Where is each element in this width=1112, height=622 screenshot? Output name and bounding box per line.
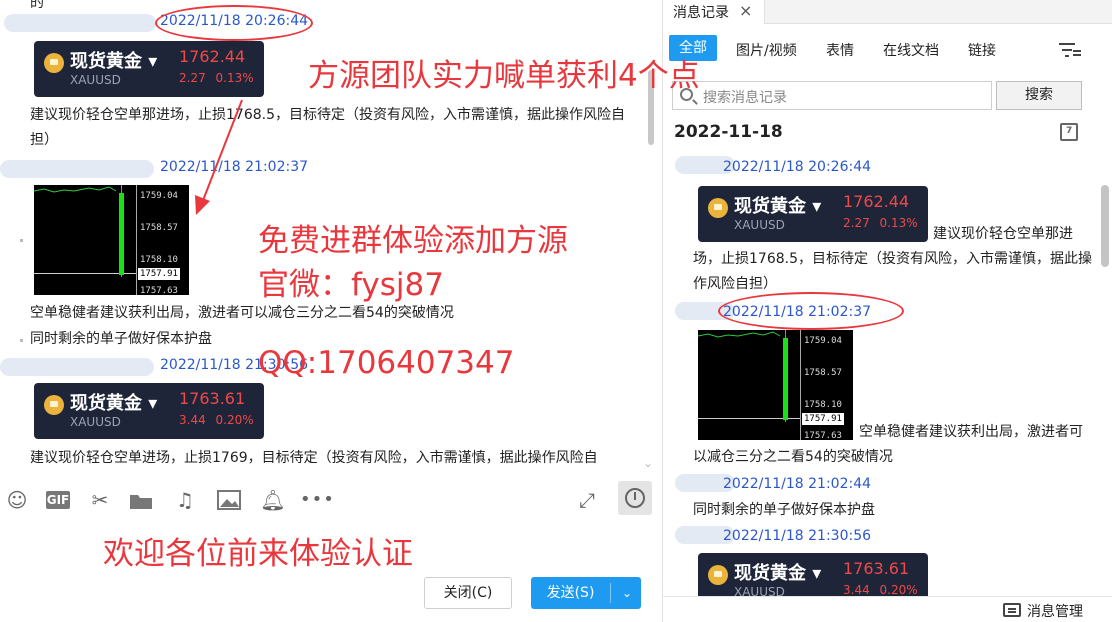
quote-code: XAUUSD: [734, 585, 785, 596]
tab-message-history[interactable]: 消息记录 ×: [663, 0, 765, 24]
red-arrow: [195, 99, 243, 215]
search-button[interactable]: 搜索: [996, 81, 1082, 110]
history-text: 建议现价轻仓空单那进场，止损1768.5，目标待定（投资有风险，入市需谨慎，据此…: [693, 226, 1092, 292]
history-tabbar: 消息记录 ×: [663, 0, 1112, 24]
gif-icon[interactable]: GIF: [46, 491, 70, 509]
truncated-text: 的: [30, 0, 44, 11]
history-text: 同时剩余的单子做好保本护盘: [693, 502, 875, 518]
history-timestamp: 2022/11/18 20:26:44: [723, 159, 872, 175]
filter-media[interactable]: 图片/视频: [736, 40, 797, 60]
chart-last-price: 1757.91: [138, 268, 180, 280]
gold-quote-card[interactable]: 现货黄金 ▾ XAUUSD 1763.61 3.44 0.20%: [34, 383, 264, 439]
send-divider: [610, 583, 611, 603]
history-search-input[interactable]: 搜索消息记录: [672, 81, 992, 110]
separator-dot: [20, 339, 23, 342]
filter-icon[interactable]: [1059, 41, 1081, 59]
tab-title: 消息记录: [673, 5, 729, 21]
folder-icon[interactable]: [128, 491, 154, 515]
send-button[interactable]: 发送(S) ⌄: [531, 577, 641, 609]
input-toolbar: ☺ GIF ✂ ♫ 🔔︎ ••• ⤢: [0, 476, 661, 522]
gold-quote-card[interactable]: 现货黄金 ▾ XAUUSD 1762.44 2.27 0.13%: [34, 41, 264, 97]
history-timestamp: 2022/11/18 21:30:56: [723, 528, 872, 544]
history-footer: 消息管理: [663, 596, 1112, 622]
promo-welcome: 欢迎各位前来体验认证: [103, 536, 413, 572]
filter-links[interactable]: 链接: [968, 40, 996, 60]
message-manage-icon[interactable]: [1003, 603, 1021, 617]
message-text: 空单稳健者建议获利出局，激进者可以减仓三分之二看54的突破情况: [30, 305, 454, 321]
price-chart-image[interactable]: 1759.04 1758.57 1758.10 1757.91 1757.63: [34, 185, 189, 296]
chart-tick: 1758.57: [140, 223, 178, 233]
quote-change: 3.44 0.20%: [843, 583, 918, 596]
quote-change: 2.27 0.13%: [179, 71, 254, 85]
sender-name-blurred: [4, 14, 156, 32]
chart-tick: 1759.04: [804, 336, 842, 346]
search-placeholder: 搜索消息记录: [703, 90, 787, 106]
quote-price: 1763.61: [179, 389, 246, 408]
quote-price: 1762.44: [843, 192, 910, 211]
send-label[interactable]: 发送(S): [531, 577, 610, 609]
candle: [783, 338, 788, 420]
expand-icon[interactable]: ⤢: [574, 488, 600, 512]
quote-change: 3.44 0.20%: [179, 413, 254, 427]
candle: [119, 193, 124, 275]
scroll-down-icon[interactable]: ⌄: [643, 456, 653, 470]
quote-price: 1763.61: [843, 559, 910, 578]
message-text: 建议现价轻仓空单进场，止损1769，目标待定（投资有风险，入市需谨慎，据此操作风…: [30, 450, 598, 466]
filter-docs[interactable]: 在线文档: [883, 40, 939, 60]
chart-tick: 1758.10: [140, 255, 178, 265]
chart-tick: 1759.04: [140, 191, 178, 201]
image-icon[interactable]: [216, 490, 242, 514]
promo-qq: QQ:1706407347: [258, 345, 515, 381]
promo-wechat: 官微：fysj87: [258, 267, 444, 303]
quote-code: XAUUSD: [70, 415, 121, 429]
promo-free-join: 免费进群体验添加方源: [258, 223, 568, 259]
bell-icon[interactable]: 🔔︎: [260, 488, 286, 512]
sender-name-blurred: [0, 160, 154, 178]
close-icon[interactable]: ×: [739, 1, 752, 20]
quote-name: 现货黄金 ▾: [734, 196, 822, 217]
separator-dot: [20, 239, 23, 242]
chart-tick: 1758.57: [804, 368, 842, 378]
gold-coin-icon: [44, 53, 64, 73]
message-text: 建议现价轻仓空单那进场，止损1768.5，目标待定（投资有风险，入市需谨慎，据此…: [30, 107, 625, 148]
highlight-ellipse: [718, 292, 904, 330]
scissors-icon[interactable]: ✂: [87, 488, 113, 512]
quote-name: 现货黄金 ▾: [70, 393, 158, 414]
quote-name: 现货黄金 ▾: [70, 51, 158, 72]
history-timestamp: 2022/11/18 21:02:44: [723, 476, 872, 492]
history-text: 空单稳健者建议获利出局，激进者可以减仓三分之二看54的突破情况: [693, 424, 1083, 465]
chart-tick: 1758.10: [804, 400, 842, 410]
quote-price: 1762.44: [179, 47, 246, 66]
app-window: 的 2022/11/18 20:26:44 现货黄金 ▾ XAUUSD 1762…: [0, 0, 1112, 622]
quote-code: XAUUSD: [70, 73, 121, 87]
gold-coin-icon: [708, 565, 728, 585]
promo-headline: 方源团队实力喊单获利4个点: [308, 58, 700, 94]
history-clock-button[interactable]: [618, 481, 652, 515]
history-date: 2022-11-18: [674, 122, 783, 142]
filter-stickers[interactable]: 表情: [826, 40, 854, 60]
sender-name-blurred: [0, 358, 154, 376]
highlight-ellipse: [155, 5, 313, 41]
calendar-icon[interactable]: 7: [1060, 123, 1078, 141]
gold-coin-icon: [44, 395, 64, 415]
history-clock-icon: [625, 488, 645, 508]
history-scrollbar[interactable]: [1101, 185, 1109, 267]
message-manage-button[interactable]: 消息管理: [1027, 601, 1083, 621]
history-list[interactable]: 2022/11/18 20:26:44 现货黄金 ▾ XAUUSD 1762.4…: [663, 152, 1112, 596]
chevron-down-icon[interactable]: ⌄: [617, 577, 637, 609]
music-icon[interactable]: ♫: [172, 488, 198, 512]
chart-axis: [136, 185, 137, 295]
quote-name: 现货黄金 ▾: [734, 563, 822, 584]
more-icon[interactable]: •••: [300, 488, 334, 512]
close-button[interactable]: 关闭(C): [424, 577, 512, 609]
gold-quote-card[interactable]: 现货黄金 ▾ XAUUSD 1763.61 3.44 0.20%: [698, 553, 928, 596]
emoji-icon[interactable]: ☺: [4, 488, 30, 512]
chart-tick: 1757.63: [140, 286, 178, 296]
gold-coin-icon: [708, 198, 728, 218]
